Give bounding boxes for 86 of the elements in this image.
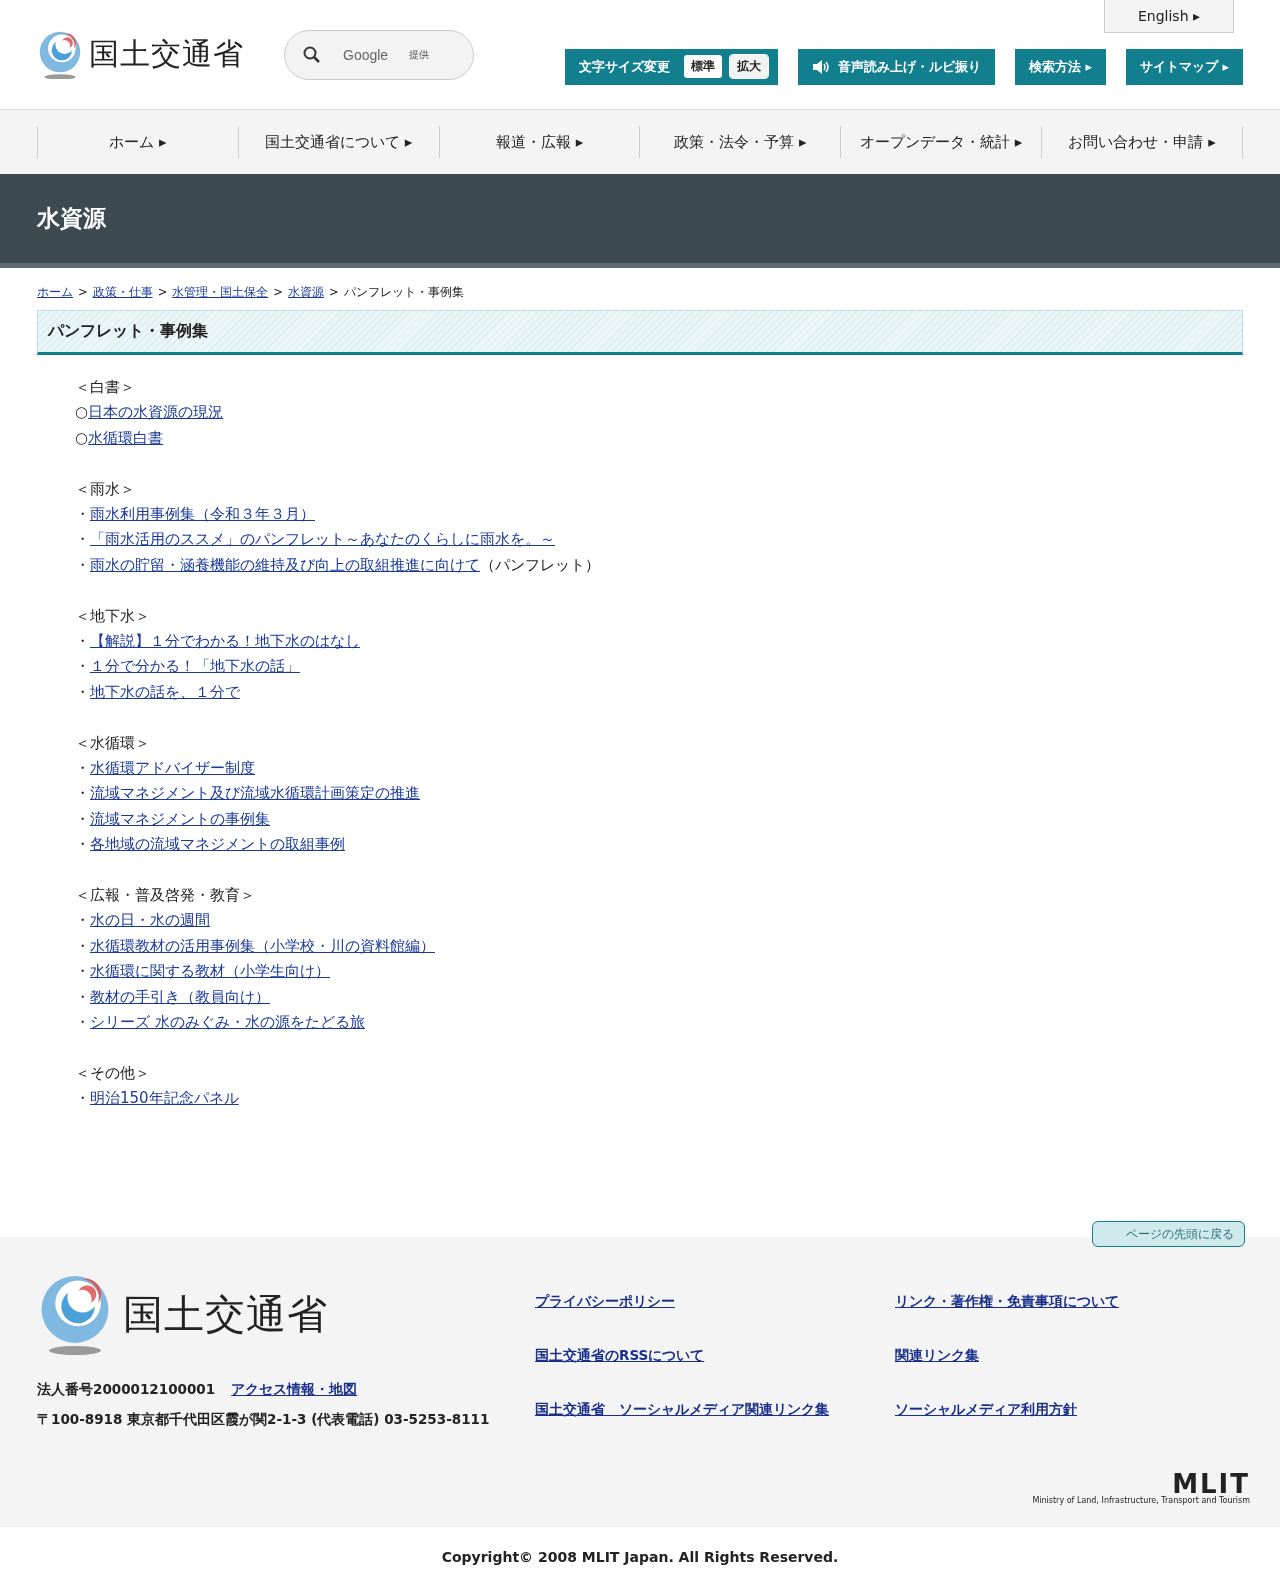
document-link[interactable]: 水循環に関する教材（小学生向け） — [90, 962, 330, 981]
footer-link[interactable]: ソーシャルメディア利用方針 — [895, 1401, 1077, 1417]
breadcrumb-link[interactable]: 水資源 — [287, 284, 324, 300]
footer-logo-text: 国土交通省 — [123, 1289, 328, 1339]
logo-text: 国土交通省 — [89, 35, 244, 73]
document-link[interactable]: 日本の水資源の現況 — [88, 403, 224, 422]
nav-item[interactable]: ホーム ▸ — [37, 126, 238, 158]
breadcrumb-link[interactable]: 政策・仕事 — [92, 284, 153, 300]
list-marker: ・ — [75, 911, 90, 930]
document-link[interactable]: 水循環白書 — [88, 428, 164, 447]
font-size-label: 文字サイズ変更 — [578, 57, 670, 76]
language-link[interactable]: English ▸ — [1104, 0, 1234, 33]
document-link[interactable]: 【解説】１分でわかる！地下水のはなし — [90, 632, 360, 651]
list-marker: ・ — [75, 1089, 90, 1108]
breadcrumb-separator: > — [273, 285, 283, 299]
document-link[interactable]: 各地域の流域マネジメントの取組事例 — [90, 835, 345, 854]
document-link[interactable]: 雨水の貯留・涵養機能の維持及び向上の取組推進に向けて — [90, 555, 480, 574]
page-top-button[interactable]: ページの先頭に戻る — [1092, 1221, 1245, 1247]
document-link[interactable]: １分で分かる！「地下水の話」 — [90, 657, 300, 676]
document-link[interactable]: 地下水の話を、１分で — [90, 682, 240, 701]
nav-item[interactable]: お問い合わせ・申請 ▸ — [1041, 126, 1243, 158]
read-aloud-button[interactable]: 音声読み上げ・ルビ振り — [797, 48, 995, 85]
footer-link[interactable]: 関連リンク集 — [895, 1347, 979, 1363]
document-link[interactable]: 水循環アドバイザー制度 — [90, 759, 255, 778]
list-marker: ・ — [75, 505, 90, 523]
font-size-option[interactable]: 標準 — [683, 55, 722, 78]
list-marker: ・ — [75, 555, 90, 574]
list-marker: ・ — [75, 936, 90, 955]
group-heading: ＜雨水＞ — [75, 478, 136, 500]
list-marker: ・ — [75, 835, 90, 854]
document-link[interactable]: 流域マネジメントの事例集 — [90, 809, 270, 828]
footer-link[interactable]: 国土交通省 ソーシャルメディア関連リンク集 — [535, 1401, 829, 1417]
list-marker: ○ — [75, 428, 89, 447]
group-heading: ＜広報・普及啓発・教育＞ — [75, 885, 256, 907]
document-link[interactable]: 流域マネジメント及び流域水循環計画策定の推進 — [90, 784, 420, 803]
group-heading: ＜白書＞ — [75, 377, 136, 398]
mlit-subtitle: Ministry of Land, Infrastructure, Transport and Tourism — [1032, 1496, 1250, 1505]
document-link[interactable]: シリーズ 水のみぐみ・水の源をたどる旅 — [90, 1013, 365, 1032]
header-button[interactable]: サイトマップ ▸ — [1125, 48, 1243, 85]
list-marker: ・ — [75, 1013, 90, 1032]
document-link[interactable]: 明治150年記念パネル — [90, 1089, 239, 1108]
provider-label: 提供 — [409, 47, 429, 62]
nav-item[interactable]: オープンデータ・統計 ▸ — [840, 126, 1042, 158]
page-title: 水資源 — [37, 204, 106, 233]
search-icon — [303, 45, 321, 64]
list-marker: ・ — [75, 962, 90, 981]
footer-link[interactable]: プライバシーポリシー — [535, 1293, 675, 1309]
mlit-logo: MLIT — [1172, 1472, 1250, 1496]
breadcrumb-separator: > — [328, 285, 339, 299]
font-size-option[interactable]: 拡大 — [729, 55, 768, 78]
list-marker: ・ — [75, 809, 90, 828]
list-marker: ・ — [75, 759, 90, 778]
nav-item[interactable]: 報道・広報 ▸ — [438, 126, 640, 158]
list-marker: ・ — [75, 632, 90, 651]
address: 〒100-8918 東京都千代田区霞が関2-1-3 (代表電話) 03-5253-8111 — [37, 1411, 491, 1430]
breadcrumb-separator: > — [157, 285, 168, 299]
list-marker: ・ — [75, 682, 90, 701]
group-heading: ＜その他＞ — [75, 1062, 151, 1084]
footer-link[interactable]: 国土交通省のRSSについて — [535, 1347, 705, 1363]
link-note: （パンフレット） — [480, 555, 600, 574]
list-marker: ・ — [75, 657, 90, 676]
list-marker: ・ — [75, 530, 90, 549]
section-title: パンフレット・事例集 — [37, 310, 1243, 355]
list-marker: ・ — [75, 784, 90, 803]
header-button[interactable]: 検索方法 ▸ — [1014, 48, 1106, 85]
breadcrumb-link[interactable]: ホーム — [37, 284, 73, 300]
group-heading: ＜地下水＞ — [75, 605, 151, 627]
corporate-number: 法人番号2000012100001 — [37, 1381, 216, 1400]
copyright: Copyright© 2008 MLIT Japan. All Rights Reserved. — [440, 1548, 840, 1567]
document-link[interactable]: 水の日・水の週間 — [90, 911, 210, 930]
nav-item[interactable]: 国土交通省について ▸ — [237, 126, 439, 158]
access-link[interactable]: アクセス情報・地図 — [231, 1381, 358, 1400]
document-link[interactable]: 雨水利用事例集（令和３年３月） — [90, 505, 315, 523]
group-heading: ＜水循環＞ — [75, 732, 151, 754]
footer-link[interactable]: リンク・著作権・免責事項について — [895, 1293, 1119, 1309]
nav-item[interactable]: 政策・法令・予算 ▸ — [639, 126, 841, 158]
breadcrumb-current: パンフレット・事例集 — [343, 284, 464, 300]
breadcrumb-link[interactable]: 水管理・国土保全 — [172, 284, 269, 300]
document-link[interactable]: 教材の手引き（教員向け） — [90, 987, 270, 1006]
list-marker: ○ — [75, 403, 89, 422]
speaker-icon — [811, 59, 830, 74]
document-link[interactable]: 水循環教材の活用事例集（小学校・川の資料館編） — [90, 936, 435, 955]
logo-icon — [37, 29, 83, 80]
list-marker: ・ — [75, 987, 90, 1006]
document-link[interactable]: 「雨水活用のススメ」のパンフレット～あなたのくらしに雨水を。～ — [90, 530, 555, 549]
breadcrumb-separator: > — [78, 285, 88, 299]
